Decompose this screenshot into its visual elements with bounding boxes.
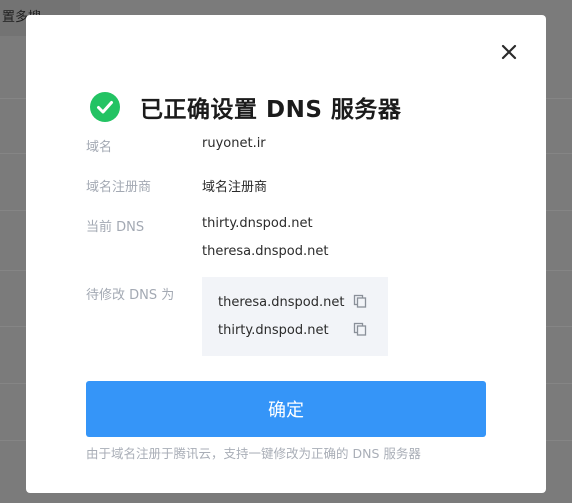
- footer-note: 由于域名注册于腾讯云，支持一键修改为正确的 DNS 服务器: [86, 446, 421, 461]
- dns-status-dialog: 已正确设置 DNS 服务器 域名 ruyonet.ir 域名注册商 域名注册商 …: [26, 15, 546, 493]
- target-dns-label: 待修改 DNS 为: [86, 288, 175, 303]
- target-dns-value: thirty.dnspod.net: [218, 323, 329, 338]
- dialog-header: 已正确设置 DNS 服务器: [90, 90, 401, 124]
- domain-value: ruyonet.ir: [202, 136, 266, 151]
- confirm-button[interactable]: 确定: [86, 381, 486, 437]
- current-dns-label: 当前 DNS: [86, 220, 145, 235]
- target-dns-value: theresa.dnspod.net: [218, 295, 345, 310]
- copy-icon[interactable]: [352, 321, 368, 337]
- check-circle-icon: [90, 92, 120, 122]
- domain-label: 域名: [86, 140, 113, 155]
- target-dns-list: theresa.dnspod.net thirty.dnspod.net: [202, 277, 388, 356]
- close-icon[interactable]: [498, 41, 520, 63]
- dialog-title: 已正确设置 DNS 服务器: [140, 97, 402, 123]
- registrar-label: 域名注册商: [86, 180, 152, 195]
- current-dns-value: thirty.dnspod.net: [202, 216, 313, 231]
- copy-icon[interactable]: [352, 293, 368, 309]
- current-dns-value: theresa.dnspod.net: [202, 244, 329, 259]
- registrar-value: 域名注册商: [202, 180, 268, 195]
